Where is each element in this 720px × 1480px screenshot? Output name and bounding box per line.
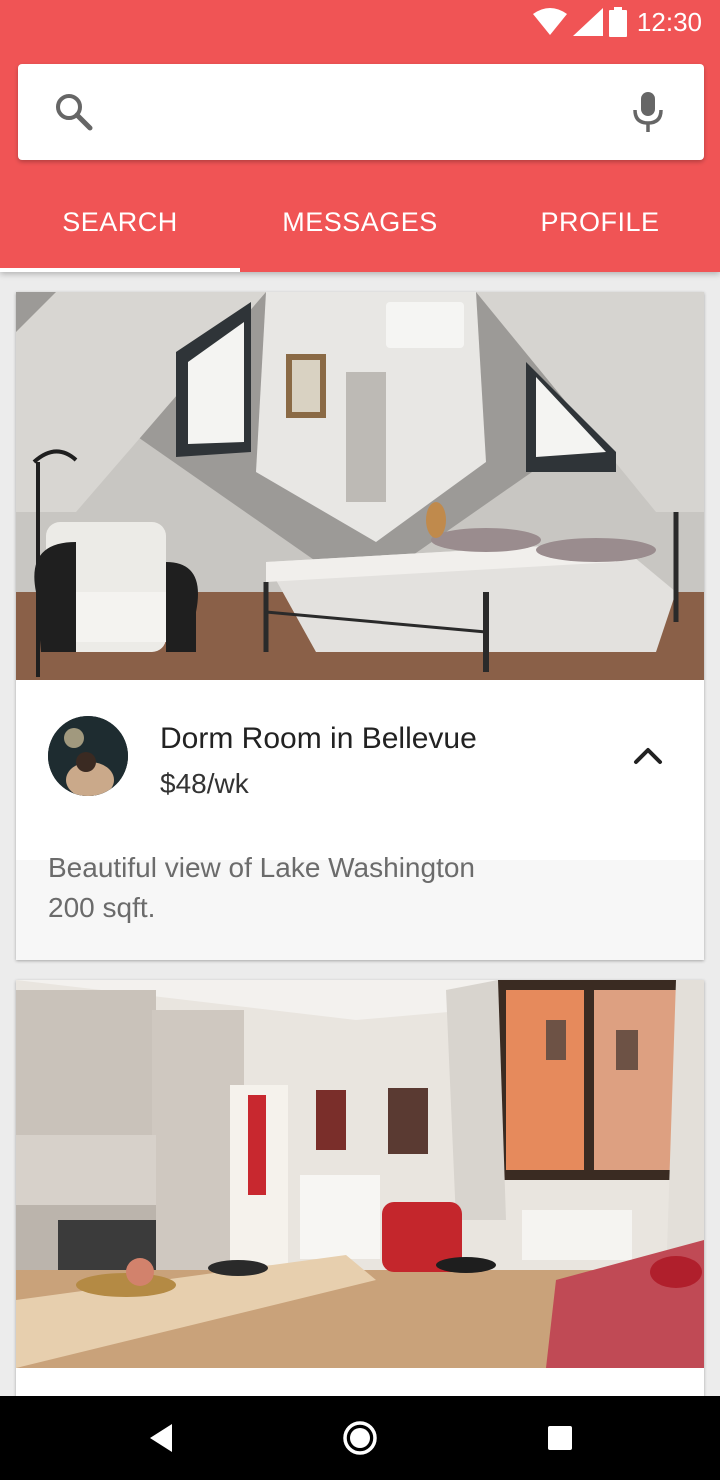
tab-messages-label: MESSAGES [282, 207, 438, 237]
listing-card[interactable] [16, 980, 704, 1396]
tab-bar: SEARCH MESSAGES PROFILE [0, 176, 720, 272]
listing-title[interactable]: Dorm Room in Bellevue [160, 722, 477, 756]
search-icon[interactable] [54, 92, 94, 132]
listing-size: 200 sqft. [48, 892, 156, 923]
status-icons: 12:30 [527, 6, 702, 38]
tab-messages[interactable]: MESSAGES [240, 176, 480, 272]
listing-photo[interactable] [16, 292, 704, 680]
back-icon[interactable] [142, 1418, 182, 1458]
battery-icon [608, 7, 627, 37]
system-navigation-bar [0, 1396, 720, 1480]
listing-card[interactable]: Dorm Room in Bellevue $48/wk Beautiful v… [16, 292, 704, 960]
wifi-icon [532, 8, 567, 35]
app-bar: 12:30 SEARCH MESSAGES PROFILE [0, 0, 720, 272]
tab-search-label: SEARCH [62, 207, 178, 237]
status-bar: 12:30 [0, 0, 720, 44]
chevron-up-icon[interactable] [632, 744, 664, 768]
listings-feed[interactable]: Dorm Room in Bellevue $48/wk Beautiful v… [0, 272, 720, 1396]
listing-description-line: Beautiful view of Lake Washington [48, 852, 475, 883]
cellular-signal-icon [572, 8, 603, 36]
tab-profile[interactable]: PROFILE [480, 176, 720, 272]
search-bar[interactable] [18, 64, 704, 160]
tab-profile-label: PROFILE [540, 207, 660, 237]
microphone-icon[interactable] [628, 90, 668, 134]
recent-apps-icon[interactable] [540, 1418, 580, 1458]
search-input[interactable] [118, 86, 602, 140]
status-clock: 12:30 [636, 6, 702, 37]
tab-search[interactable]: SEARCH [0, 176, 240, 272]
listing-photo[interactable] [16, 980, 704, 1368]
host-avatar[interactable] [48, 716, 128, 796]
home-icon[interactable] [340, 1418, 380, 1458]
listing-price: $48/wk [160, 768, 249, 799]
listing-description: Beautiful view of Lake Washington 200 sq… [48, 848, 608, 928]
